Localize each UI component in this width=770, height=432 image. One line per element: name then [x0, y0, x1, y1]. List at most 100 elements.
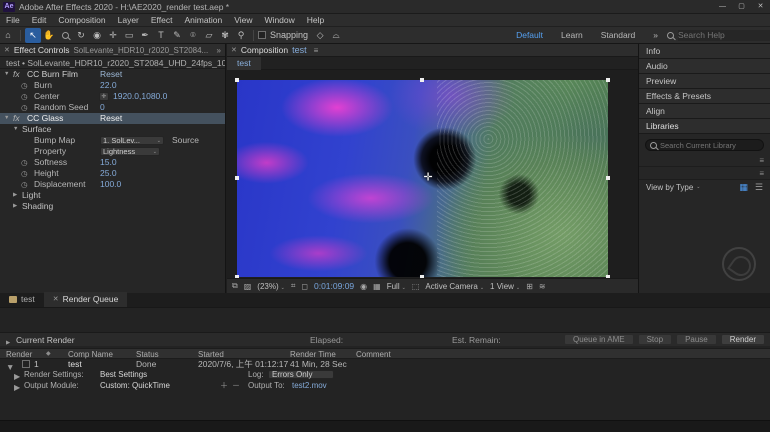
menu-edit[interactable]: Edit [26, 14, 53, 27]
twirl-closed-icon[interactable]: ▶ [13, 190, 17, 201]
stopwatch-icon[interactable]: ◷ [21, 168, 28, 179]
viewer-tab-test[interactable]: test [227, 57, 261, 70]
anchor-point-icon[interactable]: ✛ [423, 170, 432, 183]
property-value[interactable]: 0 [100, 102, 105, 113]
menu-help[interactable]: Help [301, 14, 330, 27]
property-value[interactable]: 100.0 [100, 179, 121, 190]
selection-handle[interactable] [606, 78, 610, 82]
close-icon[interactable]: ✕ [231, 46, 237, 54]
twirl-open-icon[interactable]: ▼ [13, 124, 18, 135]
list-view-icon[interactable]: ☰ [755, 182, 763, 193]
property-row-burn[interactable]: ◷ Burn 22.0 [0, 80, 225, 91]
reset-link[interactable]: Reset [100, 113, 122, 124]
property-row-center[interactable]: ◷ Center ✛ 1920.0,1080.0 [0, 91, 225, 102]
point-picker-icon[interactable]: ✛ [99, 92, 109, 101]
close-icon[interactable]: ✕ [4, 46, 10, 54]
pause-button[interactable]: Pause [676, 334, 717, 345]
workspace-default[interactable]: Default [516, 30, 543, 40]
current-time-display[interactable]: 0:01:09:09 [314, 281, 354, 291]
render-queue-item-row[interactable]: ▼ 1 test Done 2020/7/6, 上午 01:12:17 41 M… [0, 359, 770, 370]
twirl-open-icon[interactable]: ▼ [4, 113, 9, 124]
maximize-button[interactable]: ▢ [732, 0, 751, 13]
group-row-surface[interactable]: ▼ Surface [0, 124, 225, 135]
stopwatch-icon[interactable]: ◷ [21, 157, 28, 168]
output-module-value[interactable]: Custom: QuickTime [100, 381, 170, 391]
menu-window[interactable]: Window [259, 14, 301, 27]
type-tool-icon[interactable]: T [153, 28, 169, 43]
add-output-module-button[interactable]: ＋ [220, 381, 228, 391]
effects-presets-panel-tab[interactable]: Effects & Presets [639, 89, 770, 104]
library-list-row[interactable]: ≡ [639, 167, 770, 180]
zoom-tool-icon[interactable] [57, 28, 73, 43]
output-to-value[interactable]: test2.mov [292, 381, 327, 391]
composition-viewport[interactable]: ✛ [227, 70, 638, 278]
puppet-pin-tool-icon[interactable]: ⚲ [233, 28, 249, 43]
stopwatch-icon[interactable]: ◷ [21, 91, 28, 102]
menu-composition[interactable]: Composition [52, 14, 111, 27]
hand-tool-icon[interactable]: ✋ [41, 28, 57, 43]
property-row-property[interactable]: Property Lightness ⌄ [0, 146, 225, 157]
property-value[interactable]: 1920.0,1080.0 [113, 91, 167, 102]
menu-effect[interactable]: Effect [145, 14, 179, 27]
composition-image[interactable]: ✛ [237, 80, 608, 277]
selection-handle[interactable] [235, 78, 239, 82]
shape-tool-icon[interactable]: ▭ [121, 28, 137, 43]
effect-controls-tab[interactable]: ✕ Effect Controls SolLevante_HDR10_r2020… [0, 44, 225, 57]
selection-handle[interactable] [420, 78, 424, 82]
close-button[interactable]: ✕ [751, 0, 770, 13]
twirl-closed-icon[interactable]: ▶ [13, 201, 17, 212]
group-row-shading[interactable]: ▶ Shading [0, 201, 225, 212]
workspace-learn[interactable]: Learn [561, 30, 583, 40]
snap-option-b-icon[interactable]: ⌓ [328, 28, 344, 43]
panel-overflow-icon[interactable]: » [217, 46, 221, 55]
property-row-softness[interactable]: ◷ Softness 15.0 [0, 157, 225, 168]
effect-header-cc-glass[interactable]: ▼ fx CC Glass Reset [0, 113, 225, 124]
clone-stamp-tool-icon[interactable]: ⌾ [185, 28, 201, 43]
library-search-box[interactable] [645, 139, 764, 151]
preview-panel-tab[interactable]: Preview [639, 74, 770, 89]
stopwatch-icon[interactable]: ◷ [21, 80, 28, 91]
library-list-row[interactable]: ≡ [639, 154, 770, 167]
transparency-grid-icon[interactable]: ▨ [244, 282, 252, 291]
property-row-height[interactable]: ◷ Height 25.0 [0, 168, 225, 179]
workspace-overflow-icon[interactable]: » [653, 30, 658, 40]
menu-animation[interactable]: Animation [178, 14, 228, 27]
resolution-select[interactable]: Full⌄ [387, 282, 406, 291]
item-comp-name[interactable]: test [68, 359, 82, 370]
snap-option-a-icon[interactable]: ◇ [312, 28, 328, 43]
close-icon[interactable]: ✕ [53, 292, 59, 307]
timeline-tab-test[interactable]: test [0, 292, 44, 307]
selection-handle[interactable] [235, 176, 239, 180]
property-value[interactable]: 25.0 [100, 168, 117, 179]
home-icon[interactable]: ⌂ [0, 28, 16, 43]
property-value[interactable]: 22.0 [100, 80, 117, 91]
snapshot-icon[interactable]: ◉ [360, 282, 367, 291]
stopwatch-icon[interactable]: ◷ [21, 102, 28, 113]
mask-visibility-icon[interactable]: ◻ [301, 282, 308, 291]
grid-view-icon[interactable]: ▦ [739, 182, 748, 193]
selection-tool-icon[interactable]: ↖ [25, 28, 41, 43]
twirl-open-icon[interactable]: ▼ [4, 69, 9, 80]
log-dropdown[interactable]: Errors Only ⌄ [268, 370, 334, 379]
view-layout-select[interactable]: 1 View⌄ [490, 282, 520, 291]
property-row-bump-map[interactable]: Bump Map 1. SolLev... ⌄ Source [0, 135, 225, 146]
render-item-checkbox[interactable] [22, 360, 30, 368]
eraser-tool-icon[interactable]: ▱ [201, 28, 217, 43]
workspace-standard[interactable]: Standard [601, 30, 636, 40]
rotation-tool-icon[interactable]: ↻ [73, 28, 89, 43]
property-row-random-seed[interactable]: ◷ Random Seed 0 [0, 102, 225, 113]
menu-file[interactable]: File [0, 14, 26, 27]
menu-layer[interactable]: Layer [112, 14, 145, 27]
hamburger-icon[interactable]: ≡ [759, 156, 764, 165]
region-of-interest-icon[interactable]: ⬚ [412, 282, 420, 291]
effect-name[interactable]: CC Glass [27, 113, 63, 124]
magnification-select[interactable]: (23%)⌄ [257, 282, 285, 291]
render-button[interactable]: Render [721, 334, 765, 345]
reset-link[interactable]: Reset [100, 69, 122, 80]
menu-view[interactable]: View [228, 14, 258, 27]
selection-handle[interactable] [606, 176, 610, 180]
show-snapshot-icon[interactable]: ▦ [373, 282, 381, 291]
pan-behind-tool-icon[interactable]: ✛ [105, 28, 121, 43]
roto-brush-tool-icon[interactable]: ✾ [217, 28, 233, 43]
search-help-input[interactable] [678, 30, 770, 41]
